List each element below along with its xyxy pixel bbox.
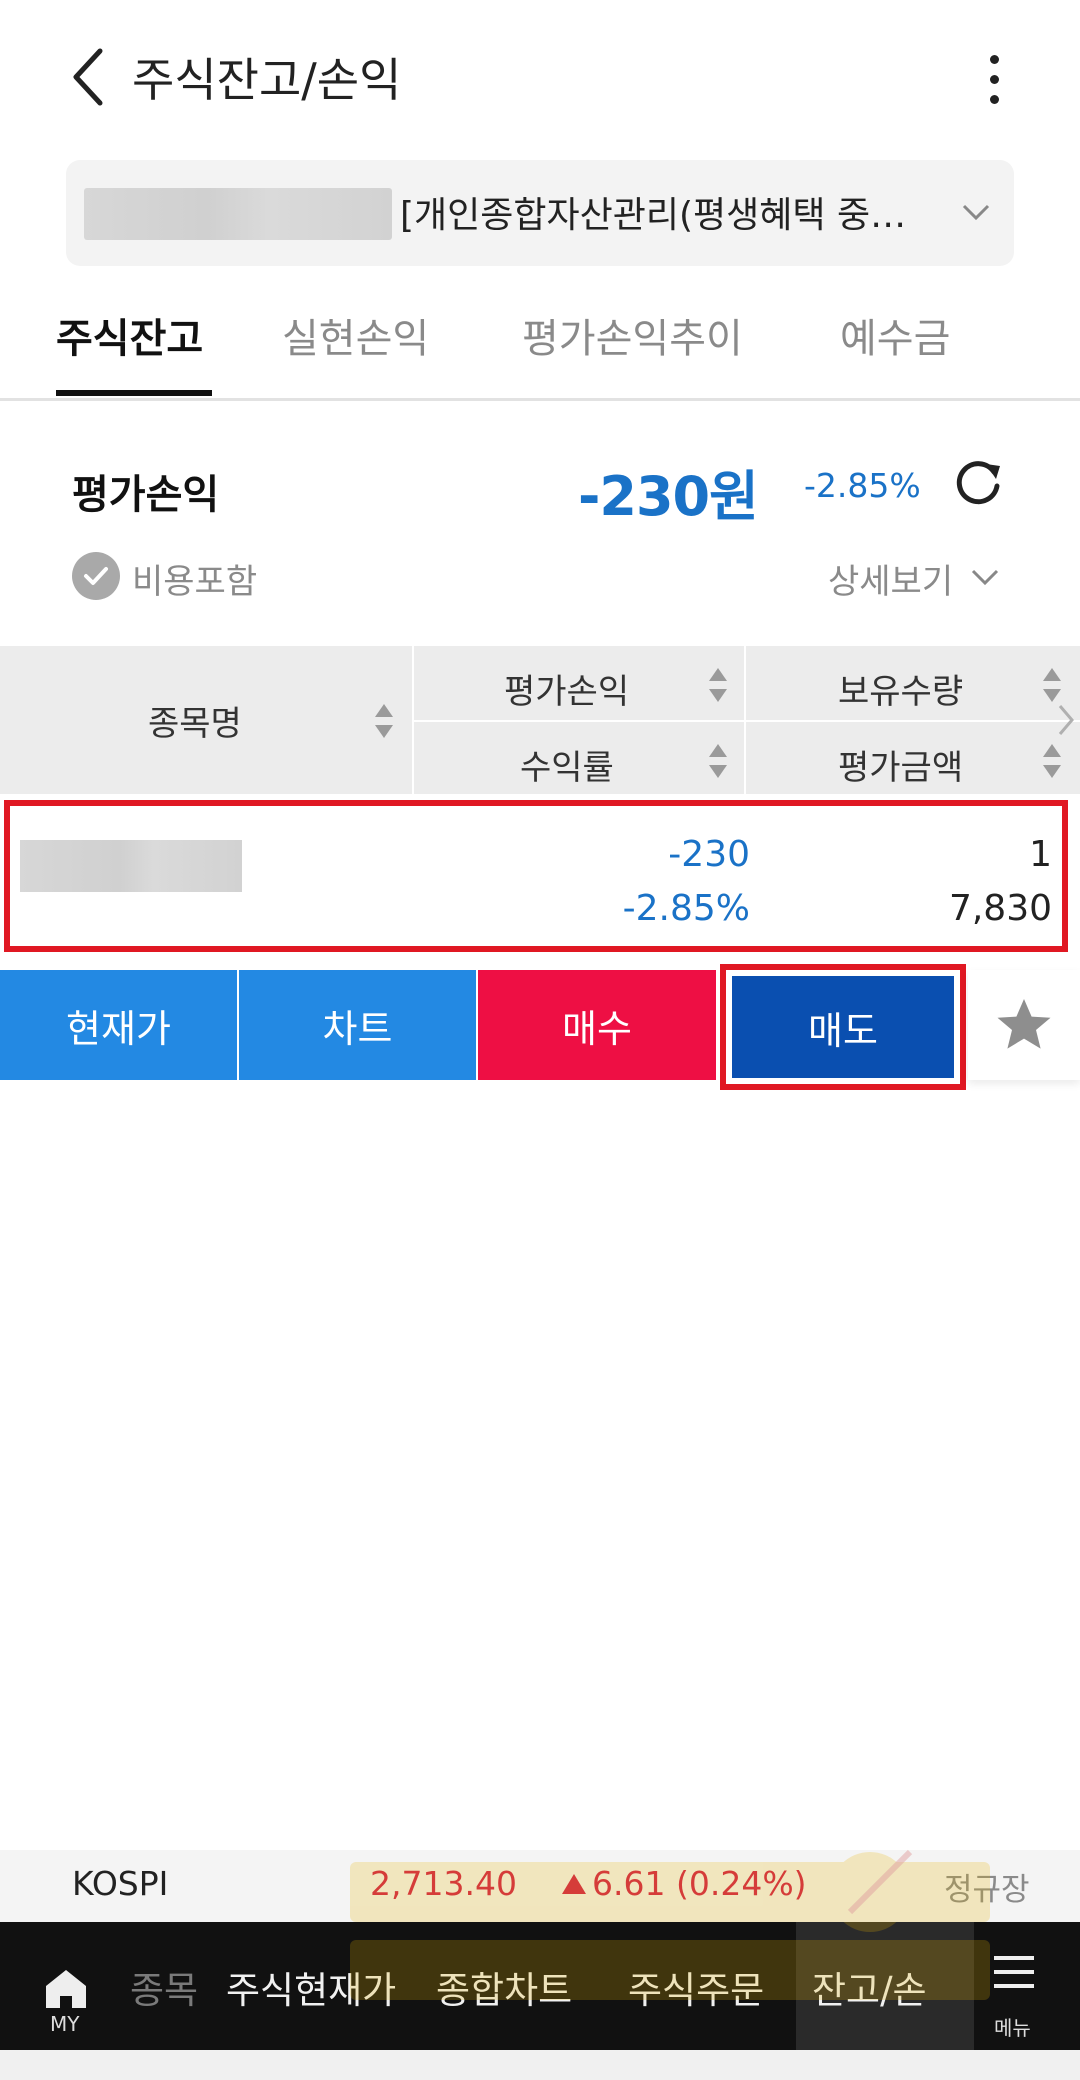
menu-label[interactable]: 메뉴 — [994, 2012, 1031, 2041]
star-icon — [997, 999, 1051, 1049]
nav-item-stocks[interactable]: 종목 — [130, 1960, 198, 2014]
row-eval-pl: -230 — [668, 834, 750, 875]
account-label: [개인종합자산관리(평생혜택 중… — [400, 195, 907, 236]
buy-button[interactable]: 매수 — [478, 970, 716, 1080]
nav-item-balance[interactable]: 잔고/손 — [812, 1960, 927, 2014]
table-header: 종목명 평가손익 보유수량 수익률 평가금액 — [0, 646, 1080, 794]
row-divider — [414, 720, 1080, 722]
app-header: 주식잔고/손익 — [0, 0, 1080, 150]
nav-item-current-price[interactable]: 주식현재가 — [226, 1960, 396, 2014]
account-number-redacted — [84, 188, 392, 240]
sort-icon[interactable] — [708, 666, 728, 704]
nav-item-chart[interactable]: 종합차트 — [436, 1960, 572, 2014]
include-cost-checkbox[interactable] — [72, 552, 120, 600]
index-name: KOSPI — [72, 1864, 169, 1903]
column-header-qty[interactable]: 보유수량 — [838, 664, 963, 713]
eval-pl-label: 평가손익 — [72, 472, 220, 518]
up-arrow-icon — [562, 1874, 586, 1894]
more-dot-icon — [989, 74, 999, 84]
sort-icon[interactable] — [374, 702, 394, 740]
sort-icon[interactable] — [1042, 666, 1062, 704]
more-dot-icon — [989, 54, 999, 64]
index-ticker[interactable]: KOSPI 2,713.40 6.61 (0.24%) 정규장 — [0, 1850, 1080, 1922]
sort-icon[interactable] — [708, 742, 728, 780]
column-header-return-rate[interactable]: 수익률 — [520, 740, 614, 789]
stock-name-redacted — [20, 840, 242, 892]
menu-icon[interactable] — [992, 1952, 1036, 1992]
row-eval-amount: 7,830 — [948, 888, 1052, 929]
sell-button[interactable]: 매도 — [732, 976, 954, 1078]
column-header-stock-name[interactable]: 종목명 — [148, 696, 242, 745]
market-session: 정규장 — [944, 1872, 1030, 1908]
sort-icon[interactable] — [1042, 742, 1062, 780]
eval-pl-value: -230원 — [578, 465, 759, 528]
chevron-left-icon — [73, 48, 103, 106]
active-tab-indicator — [56, 390, 212, 396]
home-label[interactable]: MY — [50, 2012, 79, 2036]
index-change: 6.61 (0.24%) — [592, 1864, 807, 1903]
include-cost-label[interactable]: 비용포함 — [132, 554, 257, 603]
nav-item-order[interactable]: 주식주문 — [628, 1960, 764, 2014]
tab-bar: 주식잔고 실현손익 평가손익추이 예수금 — [0, 286, 1080, 401]
favorite-button[interactable] — [968, 970, 1080, 1080]
eval-pl-rate: -2.85% — [804, 466, 921, 505]
table-row[interactable]: -230 -2.85% 1 7,830 — [4, 800, 1068, 952]
index-value: 2,713.40 — [370, 1864, 517, 1903]
chevron-right-icon[interactable] — [1054, 702, 1078, 738]
account-selector[interactable]: [개인종합자산관리(평생혜택 중… — [66, 160, 1014, 266]
bottom-nav: MY 종목 주식현재가 종합차트 주식주문 잔고/손 메뉴 — [0, 1922, 1080, 2050]
chevron-down-icon[interactable] — [968, 560, 1002, 594]
row-qty: 1 — [1029, 834, 1052, 875]
row-return-rate: -2.85% — [622, 888, 750, 929]
tab-realized-pl[interactable]: 실현손익 — [282, 306, 429, 364]
tab-eval-pl-trend[interactable]: 평가손익추이 — [522, 306, 743, 364]
column-header-eval-pl[interactable]: 평가손익 — [504, 664, 629, 713]
current-price-button[interactable]: 현재가 — [0, 970, 237, 1080]
column-header-eval-amount[interactable]: 평가금액 — [838, 740, 963, 789]
check-icon — [84, 567, 108, 585]
chart-button[interactable]: 차트 — [239, 970, 476, 1080]
system-bar — [0, 2050, 1080, 2080]
refresh-icon[interactable] — [950, 456, 1006, 512]
chevron-down-icon — [962, 204, 990, 221]
more-options-button[interactable] — [964, 44, 1024, 114]
tab-stock-balance[interactable]: 주식잔고 — [56, 306, 203, 364]
tab-deposit[interactable]: 예수금 — [840, 306, 950, 364]
back-button[interactable] — [58, 42, 118, 112]
detail-view-button[interactable]: 상세보기 — [828, 554, 953, 603]
more-dot-icon — [989, 94, 999, 104]
page-title: 주식잔고/손익 — [132, 53, 402, 107]
